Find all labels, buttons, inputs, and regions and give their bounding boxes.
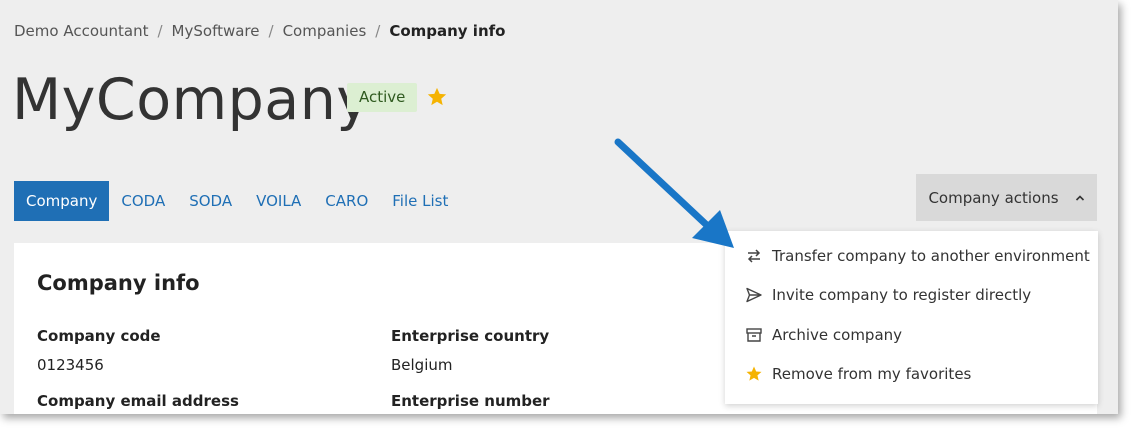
company-email-label: Company email address: [37, 392, 239, 410]
breadcrumb: Demo Accountant / MySoftware / Companies…: [14, 22, 505, 40]
menu-item-invite-company[interactable]: Invite company to register directly: [745, 286, 1031, 304]
page-title: MyCompany: [12, 67, 371, 133]
app-window: Demo Accountant / MySoftware / Companies…: [0, 0, 1118, 414]
enterprise-country-label: Enterprise country: [391, 327, 550, 345]
star-icon[interactable]: [426, 86, 448, 108]
card-title: Company info: [37, 271, 200, 295]
tab-voila[interactable]: VOILA: [244, 181, 313, 221]
breadcrumb-item-demo-accountant[interactable]: Demo Accountant: [14, 22, 148, 40]
enterprise-country-value: Belgium: [391, 356, 453, 374]
menu-item-archive-company[interactable]: Archive company: [745, 326, 902, 344]
company-actions-button[interactable]: Company actions: [916, 174, 1097, 221]
breadcrumb-item-mysoftware[interactable]: MySoftware: [172, 22, 260, 40]
breadcrumb-separator: /: [375, 22, 381, 40]
tab-caro[interactable]: CARO: [313, 181, 380, 221]
archive-icon: [745, 326, 763, 344]
breadcrumb-item-companies[interactable]: Companies: [283, 22, 367, 40]
company-actions-menu: Transfer company to another environment …: [725, 231, 1098, 404]
chevron-up-icon: [1075, 194, 1084, 201]
company-code-value: 0123456: [37, 356, 104, 374]
callout-arrow-icon: [614, 138, 734, 248]
breadcrumb-current: Company info: [389, 22, 506, 40]
send-icon: [745, 286, 763, 304]
menu-item-transfer-company[interactable]: Transfer company to another environment: [745, 247, 1090, 265]
menu-item-label: Transfer company to another environment: [772, 247, 1090, 265]
enterprise-number-label: Enterprise number: [391, 392, 550, 410]
breadcrumb-separator: /: [157, 22, 163, 40]
menu-item-label: Archive company: [772, 326, 903, 344]
company-actions-label: Company actions: [928, 188, 1059, 207]
menu-item-remove-favorite[interactable]: Remove from my favorites: [745, 365, 971, 383]
company-code-label: Company code: [37, 327, 161, 345]
breadcrumb-separator: /: [268, 22, 274, 40]
tab-coda[interactable]: CODA: [109, 181, 177, 221]
tab-bar: Company CODA SODA VOILA CARO File List: [14, 181, 460, 221]
status-badge: Active: [347, 83, 418, 112]
menu-item-label: Remove from my favorites: [772, 365, 972, 383]
tab-company[interactable]: Company: [14, 181, 110, 221]
star-icon: [745, 365, 763, 383]
tab-soda[interactable]: SODA: [177, 181, 244, 221]
menu-item-label: Invite company to register directly: [772, 286, 1032, 304]
tab-file-list[interactable]: File List: [380, 181, 460, 221]
